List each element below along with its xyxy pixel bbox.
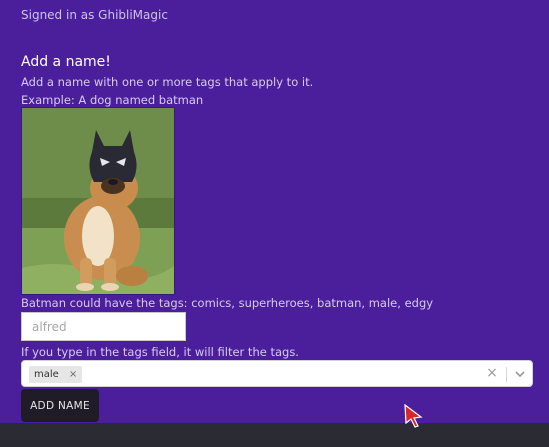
clear-icon[interactable]: ×	[485, 365, 499, 382]
signed-in-status: Signed in as GhibliMagic	[21, 8, 168, 22]
close-icon[interactable]: ×	[64, 369, 82, 380]
footer-bar	[0, 423, 549, 447]
example-caption: Example: A dog named batman	[21, 93, 204, 107]
filter-hint-text: If you type in the tags field, it will f…	[21, 345, 299, 359]
tag-chip: male ×	[29, 366, 83, 383]
mouse-cursor-icon	[403, 403, 425, 429]
tags-select[interactable]: male × ×	[21, 360, 533, 387]
page-title: Add a name!	[21, 54, 111, 70]
chevron-down-icon[interactable]	[512, 366, 528, 382]
tag-chip-label: male	[34, 369, 59, 380]
add-name-button[interactable]: ADD NAME	[21, 389, 99, 422]
select-divider	[506, 367, 507, 382]
tags-example-text: Batman could have the tags: comics, supe…	[21, 296, 434, 310]
name-input[interactable]	[21, 312, 186, 341]
form-description: Add a name with one or more tags that ap…	[21, 75, 314, 89]
example-dog-photo	[21, 107, 175, 295]
